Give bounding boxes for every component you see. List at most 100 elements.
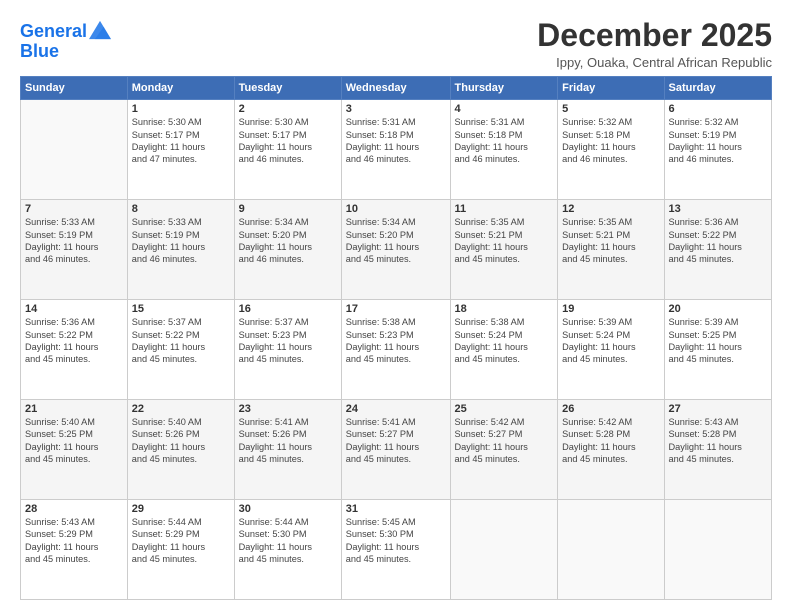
calendar-week-row: 7 Sunrise: 5:33 AM Sunset: 5:19 PM Daylig… — [21, 200, 772, 300]
calendar-header-thursday: Thursday — [450, 77, 558, 100]
day-number: 12 — [562, 203, 659, 215]
day-number: 10 — [346, 203, 446, 215]
calendar-cell: 27Sunrise: 5:43 AM Sunset: 5:28 PM Dayli… — [664, 400, 772, 500]
calendar-header-tuesday: Tuesday — [234, 77, 341, 100]
calendar-cell: 23Sunrise: 5:41 AM Sunset: 5:26 PM Dayli… — [234, 400, 341, 500]
calendar-cell: 25Sunrise: 5:42 AM Sunset: 5:27 PM Dayli… — [450, 400, 558, 500]
day-number: 14 — [25, 303, 123, 315]
calendar-cell — [558, 500, 664, 600]
day-info: Sunrise: 5:30 AM Sunset: 5:17 PM Dayligh… — [132, 116, 230, 166]
day-number: 21 — [25, 403, 123, 415]
calendar-cell: 19Sunrise: 5:39 AM Sunset: 5:24 PM Dayli… — [558, 300, 664, 400]
day-number: 19 — [562, 303, 659, 315]
calendar-cell: 29Sunrise: 5:44 AM Sunset: 5:29 PM Dayli… — [127, 500, 234, 600]
calendar-cell: 6Sunrise: 5:32 AM Sunset: 5:19 PM Daylig… — [664, 100, 772, 200]
day-info: Sunrise: 5:30 AM Sunset: 5:17 PM Dayligh… — [239, 116, 337, 166]
day-number: 31 — [346, 503, 446, 515]
day-number: 16 — [239, 303, 337, 315]
calendar-cell: 11Sunrise: 5:35 AM Sunset: 5:21 PM Dayli… — [450, 200, 558, 300]
day-number: 6 — [669, 103, 768, 115]
day-number: 18 — [455, 303, 554, 315]
calendar-cell: 14Sunrise: 5:36 AM Sunset: 5:22 PM Dayli… — [21, 300, 128, 400]
day-number: 24 — [346, 403, 446, 415]
day-number: 13 — [669, 203, 768, 215]
day-info: Sunrise: 5:44 AM Sunset: 5:29 PM Dayligh… — [132, 516, 230, 566]
day-info: Sunrise: 5:39 AM Sunset: 5:25 PM Dayligh… — [669, 316, 768, 366]
calendar-cell: 3Sunrise: 5:31 AM Sunset: 5:18 PM Daylig… — [341, 100, 450, 200]
page: General Blue December 2025 Ippy, Ouaka, … — [0, 0, 792, 612]
calendar-cell: 21Sunrise: 5:40 AM Sunset: 5:25 PM Dayli… — [21, 400, 128, 500]
calendar-cell: 2Sunrise: 5:30 AM Sunset: 5:17 PM Daylig… — [234, 100, 341, 200]
calendar-cell — [21, 100, 128, 200]
day-number: 5 — [562, 103, 659, 115]
day-info: Sunrise: 5:32 AM Sunset: 5:18 PM Dayligh… — [562, 116, 659, 166]
day-number: 29 — [132, 503, 230, 515]
day-number: 23 — [239, 403, 337, 415]
calendar-cell: 31Sunrise: 5:45 AM Sunset: 5:30 PM Dayli… — [341, 500, 450, 600]
day-info: Sunrise: 5:42 AM Sunset: 5:28 PM Dayligh… — [562, 416, 659, 466]
day-info: Sunrise: 5:37 AM Sunset: 5:22 PM Dayligh… — [132, 316, 230, 366]
calendar-cell: 5Sunrise: 5:32 AM Sunset: 5:18 PM Daylig… — [558, 100, 664, 200]
calendar-cell: 28Sunrise: 5:43 AM Sunset: 5:29 PM Dayli… — [21, 500, 128, 600]
calendar-cell: 7Sunrise: 5:33 AM Sunset: 5:19 PM Daylig… — [21, 200, 128, 300]
logo-text-line1: General — [20, 22, 87, 42]
day-info: Sunrise: 5:33 AM Sunset: 5:19 PM Dayligh… — [132, 216, 230, 266]
day-number: 11 — [455, 203, 554, 215]
calendar-table: SundayMondayTuesdayWednesdayThursdayFrid… — [20, 76, 772, 600]
day-info: Sunrise: 5:39 AM Sunset: 5:24 PM Dayligh… — [562, 316, 659, 366]
day-info: Sunrise: 5:35 AM Sunset: 5:21 PM Dayligh… — [562, 216, 659, 266]
calendar-cell: 1Sunrise: 5:30 AM Sunset: 5:17 PM Daylig… — [127, 100, 234, 200]
day-info: Sunrise: 5:31 AM Sunset: 5:18 PM Dayligh… — [455, 116, 554, 166]
day-number: 8 — [132, 203, 230, 215]
day-number: 9 — [239, 203, 337, 215]
location-subtitle: Ippy, Ouaka, Central African Republic — [537, 55, 772, 70]
day-number: 20 — [669, 303, 768, 315]
calendar-header-sunday: Sunday — [21, 77, 128, 100]
logo-icon — [89, 19, 111, 41]
logo-text-line2: Blue — [20, 41, 59, 61]
day-info: Sunrise: 5:44 AM Sunset: 5:30 PM Dayligh… — [239, 516, 337, 566]
calendar-week-row: 1Sunrise: 5:30 AM Sunset: 5:17 PM Daylig… — [21, 100, 772, 200]
calendar-week-row: 28Sunrise: 5:43 AM Sunset: 5:29 PM Dayli… — [21, 500, 772, 600]
calendar-header-monday: Monday — [127, 77, 234, 100]
day-info: Sunrise: 5:43 AM Sunset: 5:29 PM Dayligh… — [25, 516, 123, 566]
day-number: 22 — [132, 403, 230, 415]
day-number: 7 — [25, 203, 123, 215]
calendar-header-friday: Friday — [558, 77, 664, 100]
day-info: Sunrise: 5:34 AM Sunset: 5:20 PM Dayligh… — [239, 216, 337, 266]
day-number: 28 — [25, 503, 123, 515]
day-info: Sunrise: 5:36 AM Sunset: 5:22 PM Dayligh… — [669, 216, 768, 266]
calendar-cell: 24Sunrise: 5:41 AM Sunset: 5:27 PM Dayli… — [341, 400, 450, 500]
calendar-header-row: SundayMondayTuesdayWednesdayThursdayFrid… — [21, 77, 772, 100]
day-number: 27 — [669, 403, 768, 415]
day-number: 2 — [239, 103, 337, 115]
day-info: Sunrise: 5:40 AM Sunset: 5:26 PM Dayligh… — [132, 416, 230, 466]
day-info: Sunrise: 5:35 AM Sunset: 5:21 PM Dayligh… — [455, 216, 554, 266]
day-info: Sunrise: 5:41 AM Sunset: 5:26 PM Dayligh… — [239, 416, 337, 466]
header: General Blue December 2025 Ippy, Ouaka, … — [20, 18, 772, 70]
calendar-cell: 20Sunrise: 5:39 AM Sunset: 5:25 PM Dayli… — [664, 300, 772, 400]
day-info: Sunrise: 5:45 AM Sunset: 5:30 PM Dayligh… — [346, 516, 446, 566]
day-number: 3 — [346, 103, 446, 115]
calendar-header-wednesday: Wednesday — [341, 77, 450, 100]
logo: General Blue — [20, 22, 111, 62]
calendar-cell: 26Sunrise: 5:42 AM Sunset: 5:28 PM Dayli… — [558, 400, 664, 500]
day-info: Sunrise: 5:31 AM Sunset: 5:18 PM Dayligh… — [346, 116, 446, 166]
month-title: December 2025 — [537, 18, 772, 53]
calendar-cell: 9Sunrise: 5:34 AM Sunset: 5:20 PM Daylig… — [234, 200, 341, 300]
calendar-cell: 10Sunrise: 5:34 AM Sunset: 5:20 PM Dayli… — [341, 200, 450, 300]
day-info: Sunrise: 5:38 AM Sunset: 5:24 PM Dayligh… — [455, 316, 554, 366]
calendar-cell — [664, 500, 772, 600]
calendar-cell: 4Sunrise: 5:31 AM Sunset: 5:18 PM Daylig… — [450, 100, 558, 200]
calendar-cell: 22Sunrise: 5:40 AM Sunset: 5:26 PM Dayli… — [127, 400, 234, 500]
calendar-cell: 17Sunrise: 5:38 AM Sunset: 5:23 PM Dayli… — [341, 300, 450, 400]
day-number: 1 — [132, 103, 230, 115]
calendar-cell: 8Sunrise: 5:33 AM Sunset: 5:19 PM Daylig… — [127, 200, 234, 300]
day-number: 15 — [132, 303, 230, 315]
day-number: 17 — [346, 303, 446, 315]
calendar-header-saturday: Saturday — [664, 77, 772, 100]
day-info: Sunrise: 5:41 AM Sunset: 5:27 PM Dayligh… — [346, 416, 446, 466]
day-info: Sunrise: 5:32 AM Sunset: 5:19 PM Dayligh… — [669, 116, 768, 166]
calendar-cell: 30Sunrise: 5:44 AM Sunset: 5:30 PM Dayli… — [234, 500, 341, 600]
day-info: Sunrise: 5:34 AM Sunset: 5:20 PM Dayligh… — [346, 216, 446, 266]
